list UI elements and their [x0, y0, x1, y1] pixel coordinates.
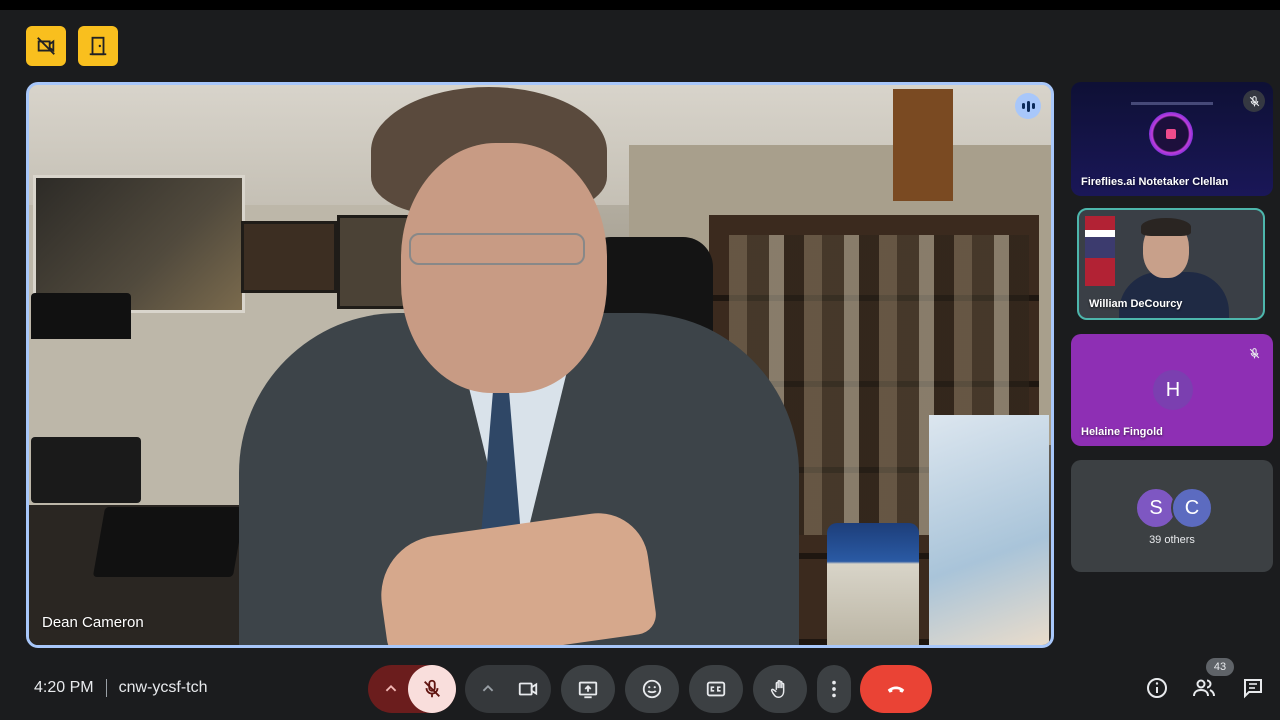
recording-disabled-button[interactable] — [26, 26, 66, 66]
video-phone — [31, 437, 141, 503]
mic-toggle-button[interactable] — [408, 665, 456, 713]
captions-icon — [706, 681, 726, 697]
participant-hair — [1141, 218, 1191, 236]
mic-off-icon — [424, 679, 440, 698]
others-count-label: 39 others — [1149, 534, 1195, 546]
notetaker-name: Fireflies.ai Notetaker Clellan — [1081, 176, 1229, 188]
raise-hand-icon — [770, 680, 785, 698]
captions-button[interactable] — [689, 665, 743, 713]
main-speaker-name: Dean Cameron — [42, 614, 144, 631]
tile-others[interactable]: S C 39 others — [1071, 460, 1273, 572]
flag-background — [1085, 216, 1115, 286]
meeting-details-button[interactable] — [1145, 676, 1169, 705]
notetaker-caption-line — [1131, 102, 1213, 105]
tile-participant-helaine[interactable]: H Helaine Fingold — [1071, 334, 1273, 446]
camera-icon[interactable] — [517, 678, 539, 700]
end-call-icon — [887, 686, 905, 693]
fireflies-logo-icon — [1149, 112, 1193, 156]
mic-off-icon — [1243, 342, 1265, 364]
leave-call-button[interactable] — [860, 665, 932, 713]
video-files — [929, 415, 1049, 645]
no-recording-icon — [37, 37, 55, 55]
divider — [105, 679, 107, 697]
video-keyboard — [92, 507, 246, 577]
microphone-control[interactable] — [368, 665, 456, 713]
info-icon — [1147, 678, 1167, 698]
meeting-info: 4:20 PM cnw-ycsf-tch — [34, 679, 208, 697]
chevron-up-icon[interactable] — [380, 678, 402, 700]
avatar: C — [1171, 487, 1213, 529]
mic-off-icon — [1243, 90, 1265, 112]
participant-name: William DeCourcy — [1089, 298, 1183, 310]
top-bar — [0, 0, 1280, 10]
more-vert-icon — [832, 680, 836, 698]
leave-room-button[interactable] — [78, 26, 118, 66]
camera-control[interactable] — [465, 665, 551, 713]
present-icon — [578, 681, 598, 699]
video-lamp — [31, 293, 131, 339]
chat-button[interactable] — [1241, 676, 1265, 705]
meeting-time: 4:20 PM — [34, 679, 94, 696]
people-count-badge: 43 — [1206, 658, 1234, 676]
video-frame — [241, 221, 337, 293]
raise-hand-button[interactable] — [753, 665, 807, 713]
door-icon — [89, 36, 107, 56]
meeting-code: cnw-ycsf-tch — [118, 679, 208, 696]
speaker-head — [401, 143, 607, 393]
emoji-icon — [642, 679, 662, 699]
speaker-glasses — [409, 233, 585, 265]
video-panel — [893, 89, 953, 201]
reactions-button[interactable] — [625, 665, 679, 713]
speaking-indicator-icon — [1015, 93, 1041, 119]
participant-body — [1119, 272, 1229, 318]
others-avatars: S C — [1135, 487, 1213, 529]
participant-name: Helaine Fingold — [1081, 426, 1163, 438]
main-video-tile[interactable]: Dean Cameron — [26, 82, 1054, 648]
more-options-button[interactable] — [817, 665, 851, 713]
chat-icon — [1244, 679, 1262, 699]
tile-notetaker[interactable]: Fireflies.ai Notetaker Clellan — [1071, 82, 1273, 196]
video-jar — [827, 523, 919, 645]
people-icon — [1193, 679, 1215, 697]
present-button[interactable] — [561, 665, 615, 713]
people-button[interactable] — [1192, 676, 1216, 705]
chevron-up-icon[interactable] — [477, 678, 499, 700]
avatar: H — [1153, 370, 1193, 410]
tile-participant-william[interactable]: William DeCourcy — [1077, 208, 1265, 320]
